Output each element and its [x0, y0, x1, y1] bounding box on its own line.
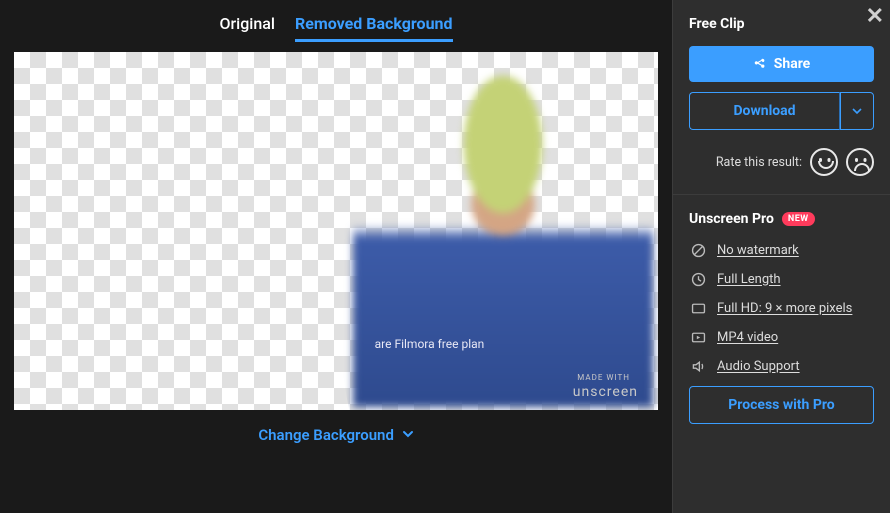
tab-removed-background[interactable]: Removed Background [295, 14, 453, 42]
chevron-down-icon [402, 426, 414, 444]
rate-label: Rate this result: [716, 155, 802, 170]
feature-full-length[interactable]: Full Length [689, 270, 874, 288]
free-clip-section: Free Clip Share Download Rate this resul… [673, 0, 890, 195]
watermark-made-with: MADE WITH [577, 373, 630, 382]
download-label: Download [733, 103, 795, 119]
view-tabs: Original Removed Background [0, 0, 672, 52]
free-clip-title: Free Clip [689, 16, 874, 32]
tab-original[interactable]: Original [219, 14, 275, 42]
cutout-subject [353, 57, 653, 407]
feature-mp4[interactable]: MP4 video [689, 328, 874, 346]
share-icon [753, 58, 766, 71]
rate-sad-icon[interactable] [846, 148, 874, 176]
caret-down-icon [852, 106, 862, 116]
hd-icon [689, 299, 707, 317]
close-icon[interactable]: ✕ [866, 4, 884, 29]
preview-canvas: are Filmora free plan MADE WITH unscreen [14, 52, 658, 410]
feature-full-hd[interactable]: Full HD: 9 × more pixels [689, 299, 874, 317]
share-label: Share [774, 56, 811, 72]
play-icon [689, 328, 707, 346]
rate-happy-icon[interactable] [810, 148, 838, 176]
process-pro-label: Process with Pro [728, 397, 834, 413]
download-options-button[interactable] [840, 92, 874, 130]
rate-result: Rate this result: [689, 148, 874, 176]
new-badge: NEW [782, 212, 815, 226]
download-button[interactable]: Download [689, 92, 840, 130]
watermark-brand: unscreen [573, 384, 638, 400]
sidebar: ✕ Free Clip Share Download Rate this res… [672, 0, 890, 513]
process-with-pro-button[interactable]: Process with Pro [689, 386, 874, 424]
pro-section: Unscreen Pro NEW No watermark Full Lengt… [673, 195, 890, 442]
feature-no-watermark[interactable]: No watermark [689, 241, 874, 259]
share-button[interactable]: Share [689, 46, 874, 82]
clock-icon [689, 270, 707, 288]
no-watermark-icon [689, 241, 707, 259]
pro-title-label: Unscreen Pro [689, 211, 774, 227]
change-background-button[interactable]: Change Background [0, 410, 672, 460]
feature-audio[interactable]: Audio Support [689, 357, 874, 375]
change-background-label: Change Background [258, 426, 394, 444]
audio-icon [689, 357, 707, 375]
